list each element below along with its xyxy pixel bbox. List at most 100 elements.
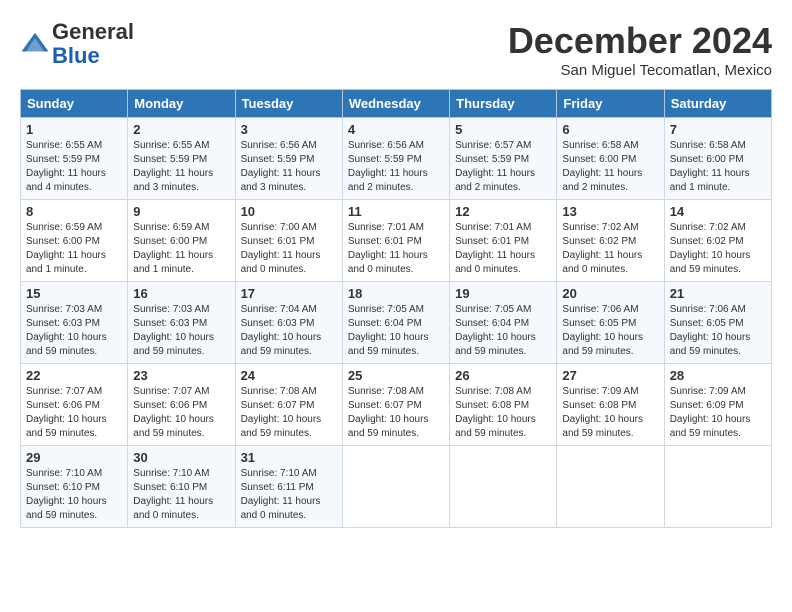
day-info: Sunrise: 7:06 AM Sunset: 6:05 PM Dayligh… (562, 303, 658, 359)
location: San Miguel Tecomatlan, Mexico (508, 62, 772, 79)
day-number: 11 (348, 204, 444, 219)
calendar-week-4: 22 Sunrise: 7:07 AM Sunset: 6:06 PM Dayli… (21, 364, 772, 446)
calendar-cell: 23 Sunrise: 7:07 AM Sunset: 6:06 PM Dayli… (128, 364, 235, 446)
calendar-cell: 8 Sunrise: 6:59 AM Sunset: 6:00 PM Daylig… (21, 200, 128, 282)
day-number: 24 (241, 368, 337, 383)
day-number: 16 (133, 286, 229, 301)
day-number: 13 (562, 204, 658, 219)
day-number: 28 (670, 368, 766, 383)
day-info: Sunrise: 6:55 AM Sunset: 5:59 PM Dayligh… (133, 139, 229, 195)
day-number: 14 (670, 204, 766, 219)
calendar-cell: 15 Sunrise: 7:03 AM Sunset: 6:03 PM Dayli… (21, 282, 128, 364)
calendar-cell: 31Sunrise: 7:10 AM Sunset: 6:11 PM Dayli… (235, 446, 342, 528)
day-number: 19 (455, 286, 551, 301)
day-number: 10 (241, 204, 337, 219)
header-row: SundayMondayTuesdayWednesdayThursdayFrid… (21, 90, 772, 118)
day-info: Sunrise: 6:59 AM Sunset: 6:00 PM Dayligh… (26, 221, 122, 277)
day-info: Sunrise: 7:09 AM Sunset: 6:08 PM Dayligh… (562, 385, 658, 441)
calendar-week-1: 1 Sunrise: 6:55 AM Sunset: 5:59 PM Daylig… (21, 118, 772, 200)
logo-blue: Blue (52, 43, 100, 68)
day-info: Sunrise: 6:58 AM Sunset: 6:00 PM Dayligh… (670, 139, 766, 195)
calendar-cell: 9Sunrise: 6:59 AM Sunset: 6:00 PM Daylig… (128, 200, 235, 282)
day-info: Sunrise: 7:03 AM Sunset: 6:03 PM Dayligh… (26, 303, 122, 359)
calendar-cell: 20 Sunrise: 7:06 AM Sunset: 6:05 PM Dayli… (557, 282, 664, 364)
header-cell-tuesday: Tuesday (235, 90, 342, 118)
day-number: 17 (241, 286, 337, 301)
calendar-cell: 24Sunrise: 7:08 AM Sunset: 6:07 PM Dayli… (235, 364, 342, 446)
calendar-cell: 17 Sunrise: 7:04 AM Sunset: 6:03 PM Dayli… (235, 282, 342, 364)
logo-general: General (52, 19, 134, 44)
calendar-week-3: 15 Sunrise: 7:03 AM Sunset: 6:03 PM Dayli… (21, 282, 772, 364)
calendar-cell: 28 Sunrise: 7:09 AM Sunset: 6:09 PM Dayli… (664, 364, 771, 446)
title-block: December 2024 San Miguel Tecomatlan, Mex… (508, 20, 772, 79)
header-cell-monday: Monday (128, 90, 235, 118)
calendar-cell: 4Sunrise: 6:56 AM Sunset: 5:59 PM Daylig… (342, 118, 449, 200)
day-number: 30 (133, 450, 229, 465)
day-info: Sunrise: 7:05 AM Sunset: 6:04 PM Dayligh… (348, 303, 444, 359)
logo: General Blue (20, 20, 134, 68)
calendar-cell (342, 446, 449, 528)
calendar-week-5: 29 Sunrise: 7:10 AM Sunset: 6:10 PM Dayli… (21, 446, 772, 528)
day-info: Sunrise: 7:10 AM Sunset: 6:10 PM Dayligh… (26, 467, 122, 523)
day-number: 29 (26, 450, 122, 465)
calendar-cell: 29 Sunrise: 7:10 AM Sunset: 6:10 PM Dayli… (21, 446, 128, 528)
day-number: 18 (348, 286, 444, 301)
day-number: 2 (133, 122, 229, 137)
header-cell-thursday: Thursday (450, 90, 557, 118)
day-info: Sunrise: 7:02 AM Sunset: 6:02 PM Dayligh… (562, 221, 658, 277)
day-info: Sunrise: 7:08 AM Sunset: 6:07 PM Dayligh… (348, 385, 444, 441)
day-number: 6 (562, 122, 658, 137)
calendar-cell: 27 Sunrise: 7:09 AM Sunset: 6:08 PM Dayli… (557, 364, 664, 446)
day-number: 20 (562, 286, 658, 301)
day-info: Sunrise: 7:04 AM Sunset: 6:03 PM Dayligh… (241, 303, 337, 359)
calendar-cell: 21Sunrise: 7:06 AM Sunset: 6:05 PM Dayli… (664, 282, 771, 364)
calendar-cell: 30 Sunrise: 7:10 AM Sunset: 6:10 PM Dayli… (128, 446, 235, 528)
day-number: 22 (26, 368, 122, 383)
month-title: December 2024 (508, 20, 772, 62)
day-number: 1 (26, 122, 122, 137)
page-header: General Blue December 2024 San Miguel Te… (20, 20, 772, 79)
day-number: 8 (26, 204, 122, 219)
calendar-body: 1 Sunrise: 6:55 AM Sunset: 5:59 PM Daylig… (21, 118, 772, 528)
calendar-cell: 14Sunrise: 7:02 AM Sunset: 6:02 PM Dayli… (664, 200, 771, 282)
calendar-cell: 5Sunrise: 6:57 AM Sunset: 5:59 PM Daylig… (450, 118, 557, 200)
calendar-cell: 7Sunrise: 6:58 AM Sunset: 6:00 PM Daylig… (664, 118, 771, 200)
day-info: Sunrise: 7:06 AM Sunset: 6:05 PM Dayligh… (670, 303, 766, 359)
day-number: 31 (241, 450, 337, 465)
day-info: Sunrise: 7:01 AM Sunset: 6:01 PM Dayligh… (348, 221, 444, 277)
day-info: Sunrise: 6:56 AM Sunset: 5:59 PM Dayligh… (348, 139, 444, 195)
day-number: 3 (241, 122, 337, 137)
calendar-cell: 13 Sunrise: 7:02 AM Sunset: 6:02 PM Dayli… (557, 200, 664, 282)
day-number: 15 (26, 286, 122, 301)
calendar-cell (664, 446, 771, 528)
calendar-cell: 12 Sunrise: 7:01 AM Sunset: 6:01 PM Dayli… (450, 200, 557, 282)
header-cell-friday: Friday (557, 90, 664, 118)
calendar-cell: 1 Sunrise: 6:55 AM Sunset: 5:59 PM Daylig… (21, 118, 128, 200)
day-info: Sunrise: 7:00 AM Sunset: 6:01 PM Dayligh… (241, 221, 337, 277)
header-cell-sunday: Sunday (21, 90, 128, 118)
calendar-cell: 22 Sunrise: 7:07 AM Sunset: 6:06 PM Dayli… (21, 364, 128, 446)
day-info: Sunrise: 7:07 AM Sunset: 6:06 PM Dayligh… (133, 385, 229, 441)
calendar-cell: 2 Sunrise: 6:55 AM Sunset: 5:59 PM Daylig… (128, 118, 235, 200)
day-info: Sunrise: 7:07 AM Sunset: 6:06 PM Dayligh… (26, 385, 122, 441)
calendar-cell: 25Sunrise: 7:08 AM Sunset: 6:07 PM Dayli… (342, 364, 449, 446)
calendar-cell (450, 446, 557, 528)
day-number: 26 (455, 368, 551, 383)
day-info: Sunrise: 6:58 AM Sunset: 6:00 PM Dayligh… (562, 139, 658, 195)
day-info: Sunrise: 7:01 AM Sunset: 6:01 PM Dayligh… (455, 221, 551, 277)
calendar-cell: 16 Sunrise: 7:03 AM Sunset: 6:03 PM Dayli… (128, 282, 235, 364)
day-info: Sunrise: 7:09 AM Sunset: 6:09 PM Dayligh… (670, 385, 766, 441)
day-info: Sunrise: 7:03 AM Sunset: 6:03 PM Dayligh… (133, 303, 229, 359)
calendar-cell: 10 Sunrise: 7:00 AM Sunset: 6:01 PM Dayli… (235, 200, 342, 282)
logo-text: General Blue (52, 20, 134, 68)
day-number: 5 (455, 122, 551, 137)
logo-icon (20, 29, 50, 59)
day-number: 12 (455, 204, 551, 219)
day-info: Sunrise: 7:10 AM Sunset: 6:10 PM Dayligh… (133, 467, 229, 523)
day-info: Sunrise: 7:08 AM Sunset: 6:08 PM Dayligh… (455, 385, 551, 441)
day-number: 27 (562, 368, 658, 383)
calendar-cell: 3Sunrise: 6:56 AM Sunset: 5:59 PM Daylig… (235, 118, 342, 200)
calendar-cell: 26 Sunrise: 7:08 AM Sunset: 6:08 PM Dayli… (450, 364, 557, 446)
day-number: 23 (133, 368, 229, 383)
day-info: Sunrise: 6:55 AM Sunset: 5:59 PM Dayligh… (26, 139, 122, 195)
